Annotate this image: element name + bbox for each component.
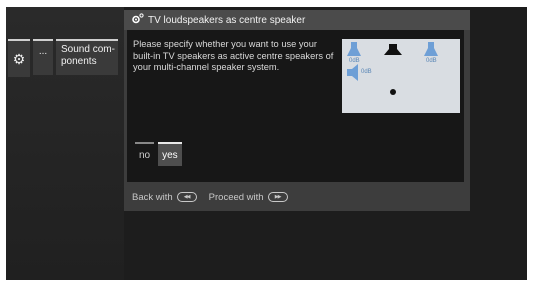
- breadcrumb-item-settings[interactable]: ⚙: [8, 39, 30, 77]
- option-yes[interactable]: yes: [158, 142, 182, 166]
- side-left-level: 0dB: [361, 69, 372, 75]
- proceed-hint[interactable]: Proceed with ▶▶: [209, 192, 288, 203]
- front-left-speaker-icon: [347, 42, 361, 56]
- tv-centre-speaker-icon: [384, 44, 402, 55]
- dialog-message: Please specify whether you want to use y…: [133, 39, 334, 72]
- settings-gear-icon: [131, 13, 144, 27]
- option-no[interactable]: no: [135, 142, 155, 166]
- breadcrumb-ellipsis-label: ...: [38, 45, 48, 57]
- option-selector: no yes: [135, 142, 182, 166]
- tv-screen: ⚙ ... Sound com- ponents TV loudspeakers…: [6, 7, 527, 280]
- front-right-level: 0dB: [426, 58, 437, 64]
- speaker-layout-diagram: 0dB 0dB 0dB: [342, 39, 460, 113]
- breadcrumb-sound-label: Sound com- ponents: [61, 44, 115, 67]
- back-label: Back with: [132, 191, 173, 203]
- breadcrumb-item-sound-components[interactable]: Sound com- ponents: [56, 39, 118, 75]
- gear-icon: ⚙: [12, 50, 26, 67]
- side-left-speaker-icon: [347, 64, 358, 81]
- dialog-title: TV loudspeakers as centre speaker: [148, 14, 306, 26]
- breadcrumb-item-ellipsis[interactable]: ...: [33, 39, 53, 75]
- dialog-header: TV loudspeakers as centre speaker: [124, 10, 470, 30]
- dialog-body: Please specify whether you want to use y…: [127, 30, 464, 182]
- front-right-speaker-icon: [424, 42, 438, 56]
- proceed-label: Proceed with: [208, 191, 264, 203]
- tv-speaker-dialog: TV loudspeakers as centre speaker Please…: [124, 10, 470, 211]
- dialog-footer: Back with ◀◀ Proceed with ▶▶: [124, 186, 470, 208]
- listener-position-marker: [390, 89, 396, 95]
- front-left-level: 0dB: [349, 58, 360, 64]
- fast-forward-button-icon: ▶▶: [267, 192, 288, 202]
- back-hint[interactable]: Back with ◀◀: [132, 192, 197, 203]
- rewind-button-icon: ◀◀: [176, 192, 197, 202]
- breadcrumb: ⚙ ... Sound com- ponents: [6, 7, 124, 280]
